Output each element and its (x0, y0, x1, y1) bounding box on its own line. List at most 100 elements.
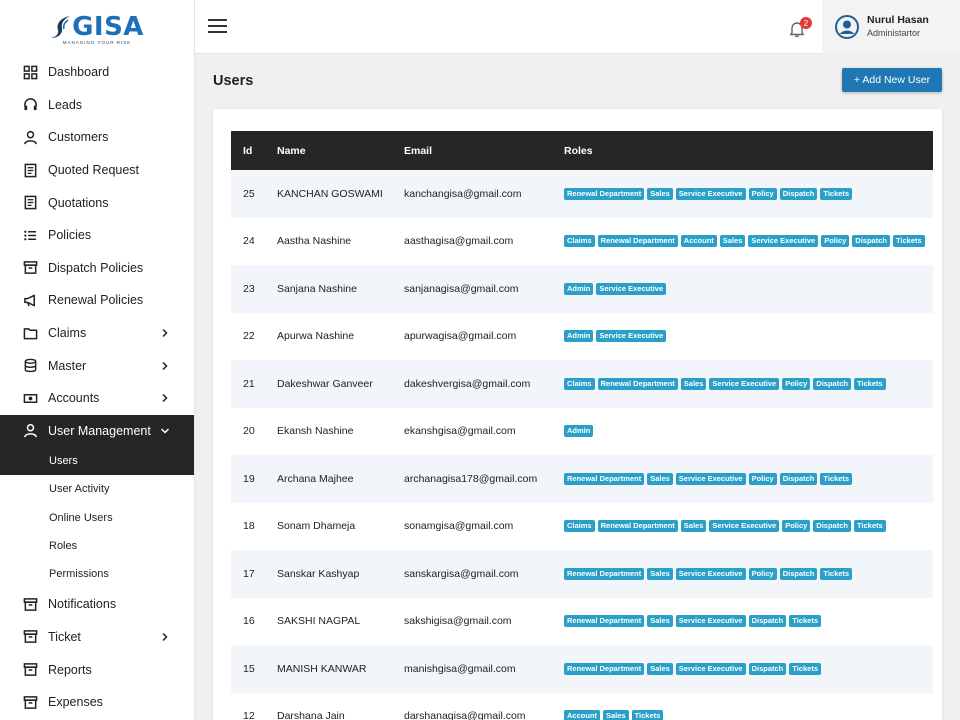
role-badges: Renewal Department Sales Service Executive… (564, 615, 933, 628)
list-icon (22, 227, 38, 243)
cell-roles: Admin (564, 408, 933, 456)
role-badge: Dispatch (779, 567, 818, 580)
sidebar-item-policies[interactable]: Policies (0, 219, 194, 252)
table-row[interactable]: 18 Sonam Dhameja sonamgisa@gmail.com Claims… (231, 503, 933, 551)
table-row[interactable]: 17 Sanskar Kashyap sanskargisa@gmail.com Re… (231, 550, 933, 598)
table-row[interactable]: 20 Ekansh Nashine ekanshgisa@gmail.com Admi… (231, 408, 933, 456)
role-badges: Admin Service Executive (564, 330, 933, 343)
table-row[interactable]: 22 Apurwa Nashine apurwagisa@gmail.com Admi… (231, 313, 933, 361)
table-row[interactable]: 24 Aastha Nashine aasthagisa@gmail.com Clai… (231, 218, 933, 266)
chevron-right-icon (162, 329, 168, 338)
sidebar-item-claims[interactable]: Claims (0, 317, 194, 350)
cell-roles: Renewal Department Sales Service Executive… (564, 550, 933, 598)
role-badge: Tickets (789, 615, 821, 628)
cell-roles: Admin Service Executive (564, 265, 933, 313)
sidebar-item-dispatch-policies[interactable]: Dispatch Policies (0, 252, 194, 285)
table-row[interactable]: 25 KANCHAN GOSWAMI kanchangisa@gmail.com Re… (231, 170, 933, 218)
sidebar-item-label: Customers (48, 130, 109, 145)
logo-tagline: MANAGING YOUR RISK (62, 39, 132, 45)
cell-id: 12 (243, 710, 255, 720)
sidebar-item-label: Notifications (48, 597, 117, 612)
role-badge: Dispatch (813, 520, 851, 533)
sidebar-item-label: Dispatch Policies (48, 260, 144, 275)
role-badge: Tickets (631, 710, 664, 720)
role-badge: Tickets (789, 662, 821, 675)
role-badge: Sales (603, 710, 629, 720)
table-row[interactable]: 16 SAKSHI NAGPAL sakshigisa@gmail.com Renew… (231, 598, 933, 646)
cell-name: Archana Majhee (277, 455, 404, 503)
role-badge: Tickets (820, 567, 853, 580)
submenu-item-permissions[interactable]: Permissions (0, 560, 194, 588)
table-row[interactable]: 12 Darshana Jain darshanagisa@gmail.com Acc… (231, 693, 933, 720)
menu-toggle-icon[interactable] (208, 19, 227, 35)
role-badge: Renewal Department (597, 520, 678, 533)
role-badge: Tickets (820, 187, 853, 200)
cell-email: manishgisa@gmail.com (404, 645, 564, 693)
role-badge: Renewal Department (597, 377, 678, 390)
role-badge: Policy (821, 235, 850, 248)
user-menu[interactable]: Nurul Hasan Administartor (822, 0, 960, 54)
role-badge: Claims (564, 377, 595, 390)
user-management-submenu: Users User Activity Online Users Roles P… (0, 447, 194, 588)
role-badge: Sales (719, 235, 746, 248)
cell-roles: Renewal Department Sales Service Executive… (564, 170, 933, 218)
sidebar-item-notifications[interactable]: Notifications (0, 588, 194, 621)
table-row[interactable]: 15 MANISH KANWAR manishgisa@gmail.com Renew… (231, 645, 933, 693)
table-body: 25 KANCHAN GOSWAMI kanchangisa@gmail.com Re… (231, 170, 933, 720)
role-badge: Dispatch (813, 377, 851, 390)
role-badges: Admin Service Executive (564, 282, 933, 295)
role-badge: Renewal Department (564, 615, 645, 628)
sidebar-item-accounts[interactable]: Accounts (0, 382, 194, 415)
role-badge: Policy (782, 377, 811, 390)
role-badge: Admin (564, 425, 594, 438)
role-badge: Dispatch (852, 235, 890, 248)
avatar-icon (835, 15, 859, 39)
table-row[interactable]: 19 Archana Majhee archanagisa178@gmail.com… (231, 455, 933, 503)
cell-id: 25 (231, 170, 277, 218)
role-badge: Service Executive (675, 662, 746, 675)
sidebar-item-quoted-request[interactable]: Quoted Request (0, 154, 194, 187)
sidebar-item-reports[interactable]: Reports (0, 653, 194, 686)
cell-name: Sonam Dhameja (277, 520, 356, 533)
logo[interactable]: GISA MANAGING YOUR RISK (0, 0, 194, 56)
sidebar-item-user-management[interactable]: User Management (0, 414, 194, 448)
role-badges: Renewal Department Sales Service Executive… (564, 567, 933, 580)
sidebar-item-master[interactable]: Master (0, 349, 194, 382)
cell-email: apurwagisa@gmail.com (404, 330, 517, 343)
cell-id: 19 (231, 455, 277, 503)
role-badge: Sales (680, 520, 707, 533)
add-new-user-button[interactable]: + Add New User (842, 68, 942, 92)
document-icon (22, 195, 38, 211)
role-badge: Dispatch (748, 615, 787, 628)
sidebar-item-quotations[interactable]: Quotations (0, 186, 194, 219)
sidebar-item-ticket[interactable]: Ticket (0, 621, 194, 654)
sidebar-item-expenses[interactable]: Expenses (0, 686, 194, 719)
role-badge: Policy (748, 187, 777, 200)
table-row[interactable]: 23 Sanjana Nashine sanjanagisa@gmail.com Ad… (231, 265, 933, 313)
sidebar-item-label: Renewal Policies (48, 293, 144, 308)
users-card: Id Name Email Roles 25 KANCHAN GOSWAMI kan… (213, 109, 942, 720)
role-badge: Service Executive (709, 377, 780, 390)
sidebar-item-label: Expenses (48, 695, 103, 710)
submenu-item-online-users[interactable]: Online Users (0, 504, 194, 532)
submenu-item-users[interactable]: Users (0, 447, 194, 476)
sidebar-item-renewal-policies[interactable]: Renewal Policies (0, 284, 194, 317)
cell-roles: Renewal Department Sales Service Executive… (564, 455, 933, 503)
cell-roles: Claims Renewal Department Account Sales Serv… (564, 218, 933, 266)
role-badge: Sales (647, 472, 673, 485)
table-row[interactable]: 21 Dakeshwar Ganveer dakeshvergisa@gmail.c… (231, 360, 933, 408)
cell-id: 18 (243, 520, 255, 533)
user-name: Nurul Hasan (867, 14, 929, 26)
role-badges: Renewal Department Sales Service Executive… (564, 472, 933, 485)
cell-roles: Admin Service Executive (564, 313, 933, 361)
submenu-item-user-activity[interactable]: User Activity (0, 475, 194, 503)
role-badges: Claims Renewal Department Sales Service Exe… (564, 520, 933, 533)
role-badge: Sales (680, 377, 707, 390)
sidebar-item-leads[interactable]: Leads (0, 89, 194, 122)
sidebar-item-customers[interactable]: Customers (0, 121, 194, 154)
sidebar-nav-lower: Notifications Ticket Reports Expenses (0, 588, 194, 718)
cell-email: archanagisa178@gmail.com (404, 455, 564, 503)
role-badges: Admin (564, 425, 933, 438)
submenu-item-roles[interactable]: Roles (0, 532, 194, 560)
sidebar-item-dashboard[interactable]: Dashboard (0, 56, 194, 89)
